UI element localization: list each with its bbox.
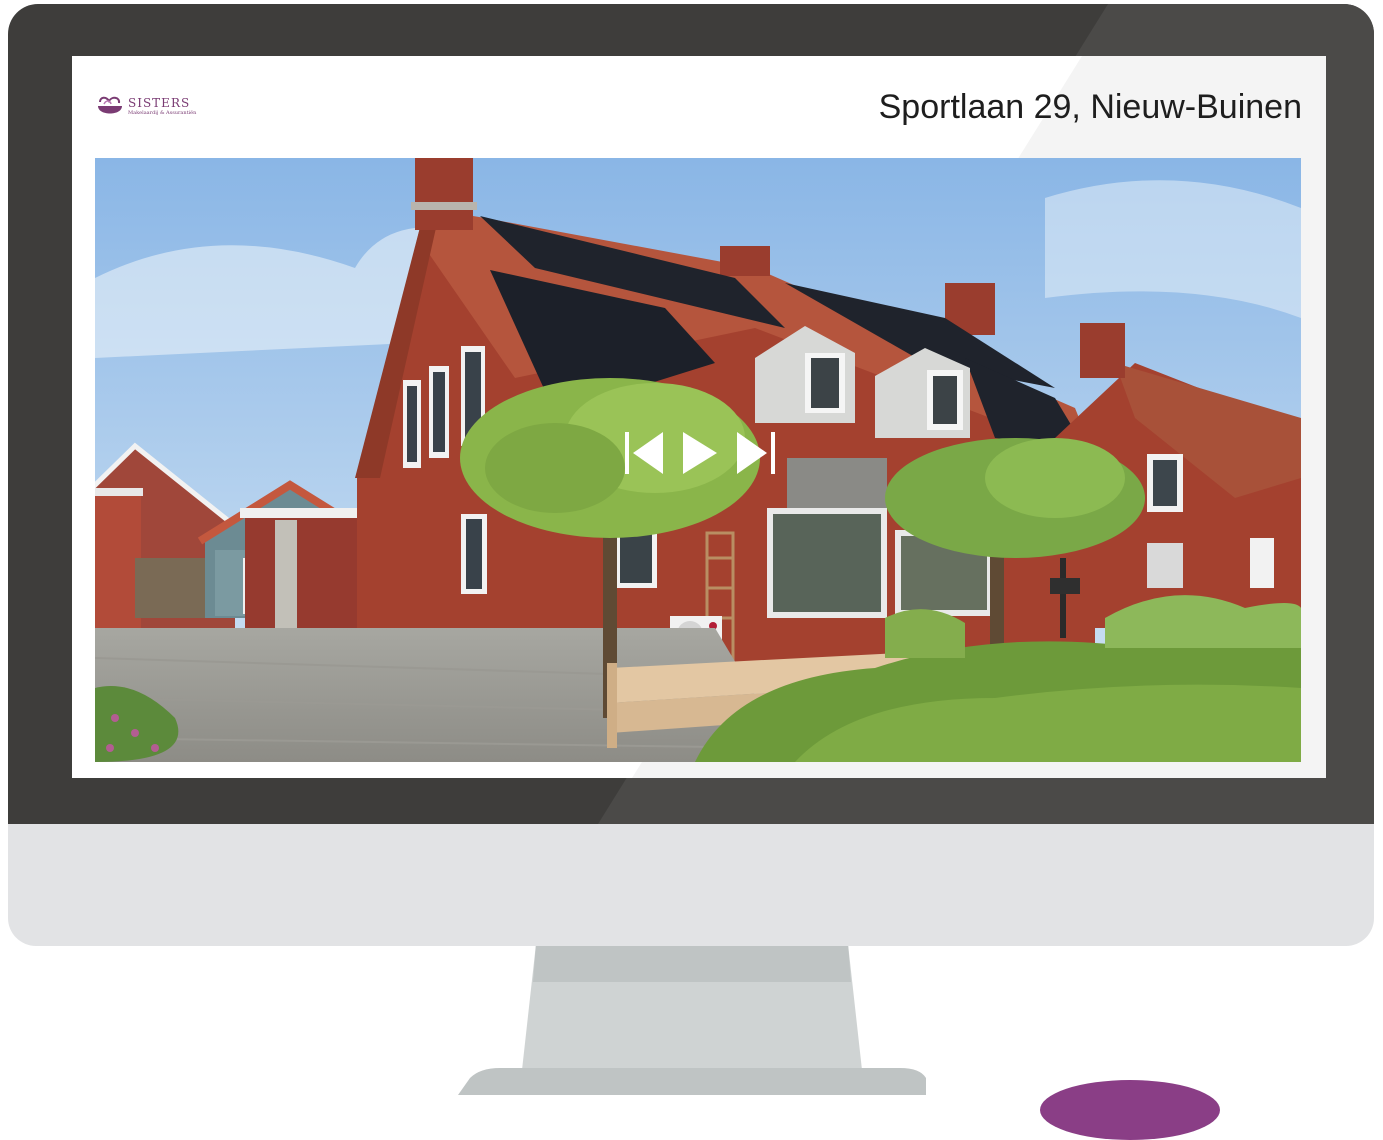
monitor: SISTERS Makelaardij & Assurantiën Sportl… [8,4,1374,946]
brand-tagline: Makelaardij & Assurantiën [128,109,197,116]
listing-address: Sportlaan 29, Nieuw-Buinen [878,88,1302,126]
play-icon[interactable] [681,430,719,476]
brand-logo[interactable]: SISTERS Makelaardij & Assurantiën [96,92,196,120]
purple-badge [1040,1080,1220,1140]
listing-screen: SISTERS Makelaardij & Assurantiën Sportl… [72,56,1326,778]
skip-next-icon[interactable] [735,430,775,476]
hearts-logo-icon [98,96,122,114]
slideshow-controls [625,430,775,476]
house-photo [95,158,1301,762]
brand-name: SISTERS [128,95,191,110]
skip-previous-icon[interactable] [625,430,665,476]
monitor-chin [8,824,1374,946]
